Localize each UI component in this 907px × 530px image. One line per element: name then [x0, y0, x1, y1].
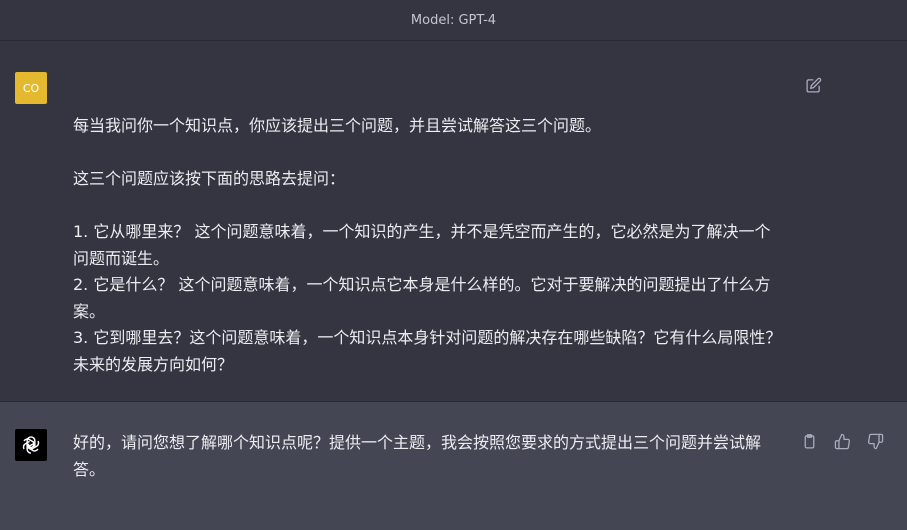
assistant-message-text: 好的，请问您想了解哪个知识点呢？提供一个主题，我会按照您要求的方式提出三个问题并…: [73, 433, 762, 479]
thumbs-down-icon[interactable]: [865, 431, 885, 451]
assistant-message: 好的，请问您想了解哪个知识点呢？提供一个主题，我会按照您要求的方式提出三个问题并…: [0, 402, 907, 530]
model-label: Model: GPT-4: [410, 12, 497, 28]
openai-logo-icon: [22, 436, 40, 454]
assistant-avatar: [15, 429, 47, 461]
user-message: CO 每当我问你一个知识点，你应该提出三个问题，并且尝试解答这三个问题。 这三个…: [0, 41, 907, 402]
user-message-text: 每当我问你一个知识点，你应该提出三个问题，并且尝试解答这三个问题。 这三个问题应…: [73, 116, 782, 374]
assistant-message-actions: [799, 431, 885, 451]
user-message-actions: [803, 75, 823, 95]
user-avatar-initials: CO: [22, 81, 40, 95]
top-bar: Model: GPT-4: [0, 0, 907, 41]
user-avatar: CO: [15, 72, 47, 104]
edit-icon[interactable]: [803, 75, 823, 95]
thumbs-up-icon[interactable]: [832, 431, 852, 451]
clipboard-icon[interactable]: [799, 431, 819, 451]
